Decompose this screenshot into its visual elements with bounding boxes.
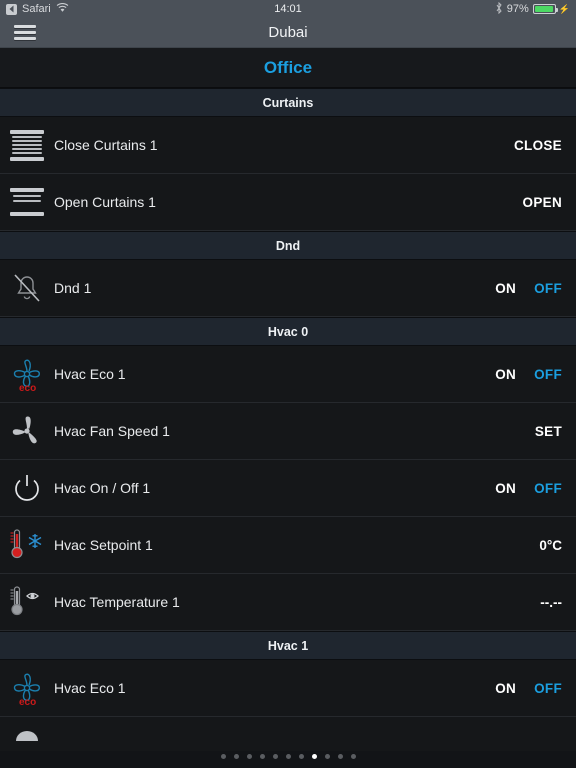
battery-percent-label: 97%	[506, 3, 529, 15]
device-row[interactable]: Open Curtains 1 OPEN	[0, 174, 576, 231]
row-actions: ON OFF	[495, 681, 562, 696]
device-label: Hvac On / Off 1	[54, 480, 151, 496]
row-actions: OPEN	[523, 195, 562, 210]
battery-charging-icon	[532, 4, 558, 14]
charging-bolt-icon: ⚡	[558, 3, 570, 14]
pagination-dot[interactable]	[311, 754, 317, 759]
status-bar-clock: 14:01	[274, 3, 302, 15]
wifi-icon	[56, 2, 69, 16]
device-value: --.--	[540, 594, 562, 610]
action-on[interactable]: ON	[495, 281, 516, 296]
action-off[interactable]: OFF	[534, 367, 562, 382]
device-label: Hvac Setpoint 1	[54, 537, 153, 553]
device-row[interactable]: eco Hvac Eco 1 ON OFF	[0, 346, 576, 403]
device-label: Dnd 1	[54, 280, 92, 296]
device-label: Hvac Temperature 1	[54, 594, 180, 610]
pagination-dots[interactable]	[0, 754, 576, 759]
device-label: Open Curtains 1	[54, 194, 156, 210]
curtain-closed-icon	[6, 124, 48, 166]
pagination-dot[interactable]	[220, 754, 226, 759]
action-on[interactable]: ON	[495, 367, 516, 382]
device-row[interactable]: Dnd 1 ON OFF	[0, 260, 576, 317]
device-row[interactable]: Hvac Setpoint 1 0°C	[0, 517, 576, 574]
device-row[interactable]	[0, 717, 576, 751]
row-actions: 0°C	[539, 538, 562, 553]
row-actions: ON OFF	[495, 481, 562, 496]
fan-eco-icon: eco	[6, 353, 48, 395]
action-set[interactable]: SET	[535, 424, 562, 439]
section-header: Dnd	[0, 231, 576, 260]
action-off[interactable]: OFF	[534, 681, 562, 696]
device-row[interactable]: Hvac On / Off 1 ON OFF	[0, 460, 576, 517]
action-on[interactable]: ON	[495, 481, 516, 496]
app-root: Safari 14:01 97% ⚡ Dubai Office Curtains…	[0, 0, 576, 768]
action-off[interactable]: OFF	[534, 281, 562, 296]
status-bar-right: 97% ⚡	[495, 1, 570, 17]
device-label: Hvac Eco 1	[54, 366, 126, 382]
page-title: Dubai	[268, 24, 308, 41]
pagination-dot[interactable]	[350, 754, 356, 759]
row-actions: ON OFF	[495, 281, 562, 296]
bluetooth-icon	[495, 1, 503, 17]
action-close[interactable]: CLOSE	[514, 138, 562, 153]
pagination-dot[interactable]	[246, 754, 252, 759]
action-open[interactable]: OPEN	[523, 195, 562, 210]
action-off[interactable]: OFF	[534, 481, 562, 496]
pagination-dot[interactable]	[272, 754, 278, 759]
device-row[interactable]: Hvac Fan Speed 1 SET	[0, 403, 576, 460]
fan-speed-icon	[6, 410, 48, 452]
device-row[interactable]: Close Curtains 1 CLOSE	[0, 117, 576, 174]
back-arrow-icon[interactable]	[6, 3, 17, 15]
row-actions: CLOSE	[514, 138, 562, 153]
pagination-dot[interactable]	[298, 754, 304, 759]
device-list: Curtains Close Curtains 1 CLOSE Open Curtai…	[0, 88, 576, 768]
action-on[interactable]: ON	[495, 681, 516, 696]
section-header: Hvac 0	[0, 317, 576, 346]
status-bar-left: Safari	[6, 2, 69, 16]
device-row[interactable]: Hvac Temperature 1 --.--	[0, 574, 576, 631]
pagination-dot[interactable]	[324, 754, 330, 759]
section-header: Hvac 1	[0, 631, 576, 660]
ios-status-bar: Safari 14:01 97% ⚡	[0, 0, 576, 18]
hamburger-menu-icon[interactable]	[14, 25, 36, 40]
bell-slash-icon	[6, 267, 48, 309]
navigation-bar: Dubai	[0, 18, 576, 48]
thermometer-snowflake-icon	[6, 524, 48, 566]
section-header: Curtains	[0, 88, 576, 117]
pagination-dot[interactable]	[337, 754, 343, 759]
thermometer-eye-icon	[6, 581, 48, 623]
device-label: Hvac Eco 1	[54, 680, 126, 696]
fan-eco-icon: eco	[6, 667, 48, 709]
device-label: Hvac Fan Speed 1	[54, 423, 170, 439]
back-app-label[interactable]: Safari	[22, 3, 51, 15]
device-row[interactable]: eco Hvac Eco 1 ON OFF	[0, 660, 576, 717]
device-label: Close Curtains 1	[54, 137, 158, 153]
row-actions: ON OFF	[495, 367, 562, 382]
row-actions: SET	[535, 424, 562, 439]
row-actions: --.--	[540, 595, 562, 610]
partial-dome-icon	[6, 713, 48, 755]
curtain-open-icon	[6, 181, 48, 223]
pagination-dot[interactable]	[285, 754, 291, 759]
pagination-dot[interactable]	[233, 754, 239, 759]
device-value: 0°C	[539, 537, 562, 553]
room-title: Office	[0, 48, 576, 88]
power-icon	[6, 467, 48, 509]
pagination-dot[interactable]	[259, 754, 265, 759]
